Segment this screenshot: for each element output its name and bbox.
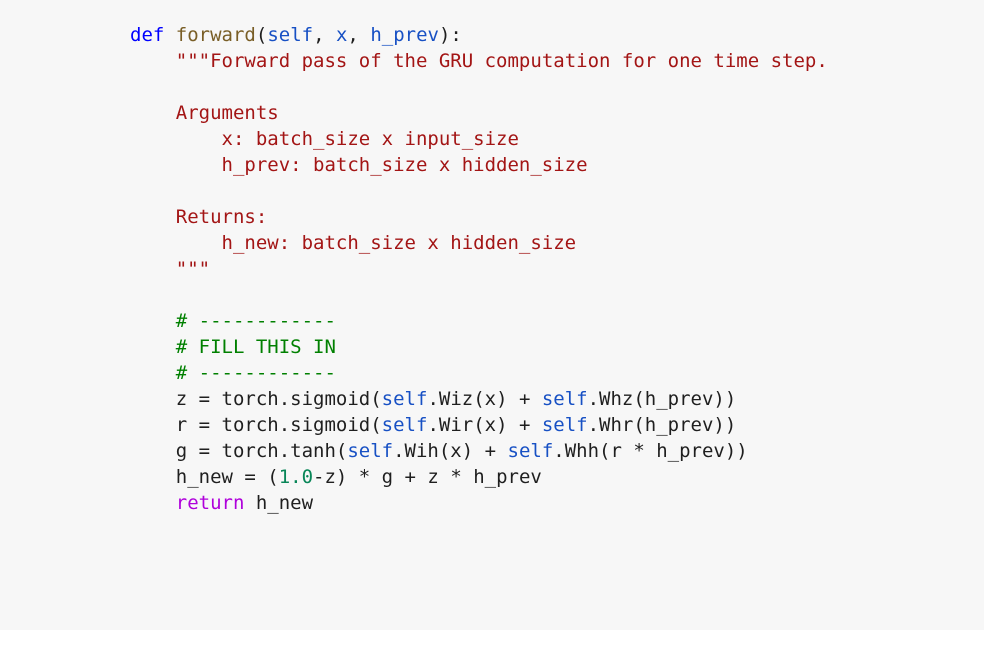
code-token: Arguments [175, 102, 279, 124]
code-token: .Wih(x) + [393, 440, 508, 462]
code-token: self [507, 440, 554, 462]
code-token: self [541, 414, 588, 436]
code-line: x: batch_size x input_size [130, 126, 828, 152]
code-line: h_prev: batch_size x hidden_size [130, 152, 828, 178]
code-token: def [130, 24, 165, 46]
code-token: self [347, 440, 394, 462]
code-line: h_new = (1.0-z) * g + z * h_prev [130, 464, 828, 490]
code-token: -z) * g + z * h_prev [313, 466, 542, 488]
code-panel: def forward(self, x, h_prev): """Forward… [0, 0, 984, 630]
code-token: h_new [244, 492, 314, 514]
code-token: self [267, 24, 314, 46]
code-token: .Wir(x) + [427, 414, 542, 436]
code-line: g = torch.tanh(self.Wih(x) + self.Whh(r … [130, 438, 828, 464]
code-token: return [175, 492, 245, 514]
code-line: """ [130, 256, 828, 282]
code-token: forward [175, 24, 256, 46]
code-token: .Wiz(x) + [427, 388, 542, 410]
code-token: h_prev [370, 24, 439, 46]
code-token: ( [255, 24, 268, 46]
code-token: x: batch_size x input_size [221, 128, 519, 150]
code-token: ): [438, 24, 462, 46]
code-line: # ------------ [130, 308, 828, 334]
code-token: .Whr(h_prev)) [587, 414, 737, 436]
code-token: h_new = ( [130, 466, 279, 488]
code-token: # ------------ [175, 362, 336, 384]
code-token: self [381, 388, 428, 410]
code-token: g = torch.tanh( [130, 440, 348, 462]
code-line: return h_new [130, 490, 828, 516]
code-line: Returns: [130, 204, 828, 230]
code-line: z = torch.sigmoid(self.Wiz(x) + self.Whz… [130, 386, 828, 412]
code-token: , [347, 24, 371, 46]
code-line: h_new: batch_size x hidden_size [130, 230, 828, 256]
code-token: 1.0 [278, 466, 314, 488]
code-token: """Forward pass of the GRU computation f… [175, 50, 828, 72]
code-token: self [381, 414, 428, 436]
code-token: # ------------ [175, 310, 336, 332]
code-token: .Whz(h_prev)) [587, 388, 737, 410]
code-line: """Forward pass of the GRU computation f… [130, 48, 828, 74]
code-token: """ [175, 258, 211, 280]
code-line: def forward(self, x, h_prev): [130, 22, 828, 48]
code-block: def forward(self, x, h_prev): """Forward… [130, 22, 828, 516]
code-token: , [313, 24, 336, 46]
code-line: # FILL THIS IN [130, 334, 828, 360]
code-token: r = torch.sigmoid( [130, 414, 382, 436]
code-token: x [335, 24, 348, 46]
code-token: # FILL THIS IN [175, 336, 336, 358]
code-token: .Whh(r * h_prev)) [553, 440, 748, 462]
code-token: h_new: batch_size x hidden_size [221, 232, 577, 254]
code-token: h_prev: batch_size x hidden_size [221, 154, 588, 176]
code-line: r = torch.sigmoid(self.Wir(x) + self.Whr… [130, 412, 828, 438]
code-line: # ------------ [130, 360, 828, 386]
code-token: z = torch.sigmoid( [130, 388, 382, 410]
code-line: Arguments [130, 100, 828, 126]
code-token: Returns: [175, 206, 268, 228]
code-token: self [541, 388, 588, 410]
